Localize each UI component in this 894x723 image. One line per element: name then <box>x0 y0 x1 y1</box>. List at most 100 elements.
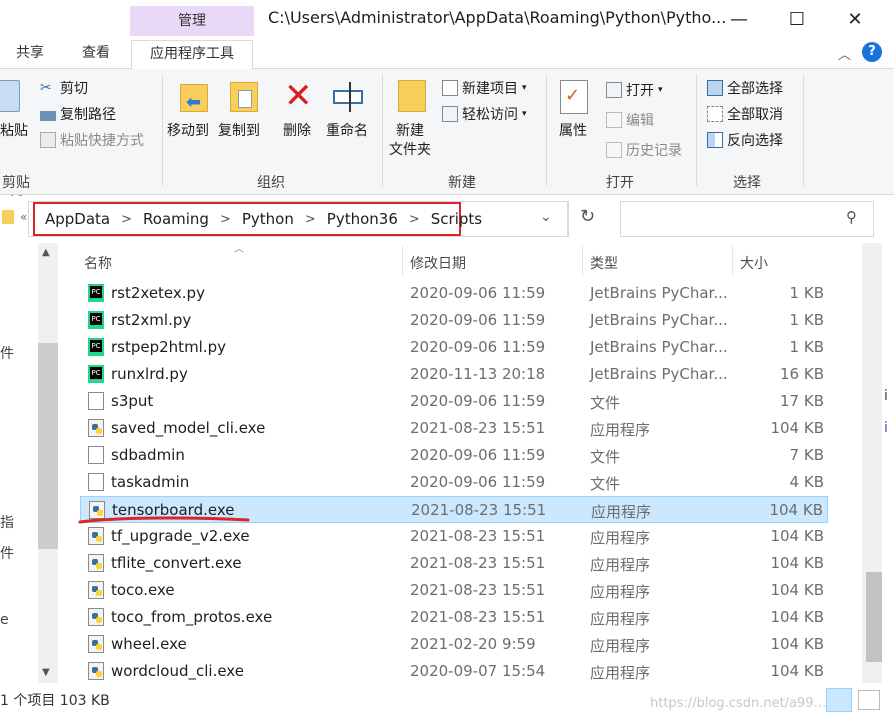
file-row[interactable]: tf_upgrade_v2.exe 2021-08-23 15:51 应用程序 104… <box>80 523 828 550</box>
select-none-button[interactable]: 全部取消 <box>707 104 783 124</box>
column-divider[interactable] <box>402 246 403 276</box>
properties-button[interactable]: 属性 <box>559 122 587 140</box>
breadcrumb-scripts[interactable]: Scripts <box>431 210 482 228</box>
column-divider[interactable] <box>582 246 583 276</box>
paste-button-label[interactable]: 粘贴 <box>0 122 28 140</box>
breadcrumb-appdata[interactable]: AppData <box>45 210 110 228</box>
open-button[interactable]: 打开 ▾ <box>606 80 663 100</box>
column-header-size[interactable]: 大小 <box>740 253 768 273</box>
file-row[interactable]: toco.exe 2021-08-23 15:51 应用程序 104 KB <box>80 577 828 604</box>
copy-to-button[interactable]: 复制到 <box>218 122 260 140</box>
properties-icon[interactable]: ✓ <box>560 80 588 114</box>
refresh-icon[interactable]: ↻ <box>580 206 595 227</box>
file-row[interactable]: PC rst2xetex.py 2020-09-06 11:59 JetBrains … <box>80 280 828 307</box>
file-row[interactable]: PC rst2xml.py 2020-09-06 11:59 JetBrains Py… <box>80 307 828 334</box>
file-name: runxlrd.py <box>111 365 188 383</box>
file-name: toco_from_protos.exe <box>111 608 273 626</box>
breadcrumb-python36[interactable]: Python36 <box>327 210 398 228</box>
file-row[interactable]: wheel.exe 2021-02-20 9:59 应用程序 104 KB <box>80 631 828 658</box>
nav-pane-item-fragment[interactable]: e <box>0 612 9 628</box>
maximize-button[interactable]: ☐ <box>768 0 826 38</box>
tab-view[interactable]: 查看 <box>74 40 118 68</box>
breadcrumb-roaming[interactable]: Roaming <box>143 210 209 228</box>
file-row[interactable]: PC runxlrd.py 2020-11-13 20:18 JetBrains Py… <box>80 361 828 388</box>
paste-icon[interactable] <box>0 80 20 112</box>
file-row[interactable]: PC rstpep2html.py 2020-09-06 11:59 JetBrain… <box>80 334 828 361</box>
column-divider[interactable] <box>732 246 733 276</box>
file-row[interactable]: tflite_convert.exe 2021-08-23 15:51 应用程序 10… <box>80 550 828 577</box>
invert-selection-button[interactable]: 反向选择 <box>707 130 783 150</box>
copy-path-button[interactable]: 复制路径 <box>40 104 116 124</box>
delete-button[interactable]: 删除 <box>283 122 311 140</box>
recent-locations-icon[interactable]: « <box>20 210 27 224</box>
cut-button[interactable]: ✂ 剪切 <box>40 78 88 98</box>
nav-pane-item-fragment[interactable]: 指 <box>0 512 14 532</box>
paste-shortcut-icon <box>40 132 56 148</box>
column-header-name[interactable]: 名称 <box>84 253 112 273</box>
delete-icon[interactable]: ✕ <box>284 78 313 114</box>
manage-contextual-tab[interactable]: 管理 <box>130 6 254 36</box>
search-input[interactable] <box>620 201 874 237</box>
file-size: 104 KB <box>770 635 824 653</box>
details-view-icon[interactable] <box>826 688 852 712</box>
easy-access-button[interactable]: 轻松访问 ▾ <box>442 104 527 124</box>
minimize-button[interactable]: — <box>710 0 768 38</box>
file-date: 2021-08-23 15:51 <box>410 581 546 599</box>
paste-shortcut-button[interactable]: 粘贴快捷方式 <box>40 130 144 150</box>
background-window-fragment: i <box>884 388 888 404</box>
collapse-ribbon-icon[interactable]: ︿ <box>838 44 851 63</box>
move-to-button[interactable]: 移动到 <box>167 122 209 140</box>
python-exe-icon <box>88 419 104 437</box>
select-group-label: 选择 <box>733 175 761 191</box>
nav-pane-scroll-thumb[interactable] <box>38 343 58 549</box>
copy-to-icon[interactable] <box>228 78 258 114</box>
easy-access-icon <box>442 106 458 122</box>
chevron-right-icon[interactable]: > <box>305 212 316 227</box>
scroll-down-icon[interactable]: ▼ <box>42 667 50 678</box>
file-name: rst2xetex.py <box>111 284 205 302</box>
scroll-up-icon[interactable]: ▲ <box>42 247 50 258</box>
search-icon[interactable]: ⚲ <box>846 208 857 226</box>
chevron-right-icon[interactable]: > <box>220 212 231 227</box>
file-row[interactable]: s3put 2020-09-06 11:59 文件 17 KB <box>80 388 828 415</box>
chevron-right-icon[interactable]: > <box>409 212 420 227</box>
help-icon[interactable]: ? <box>862 42 882 62</box>
file-row[interactable]: taskadmin 2020-09-06 11:59 文件 4 KB <box>80 469 828 496</box>
file-row[interactable]: toco_from_protos.exe 2021-08-23 15:51 应用程序… <box>80 604 828 631</box>
new-folder-icon[interactable] <box>398 80 426 112</box>
new-folder-label-1[interactable]: 新建 <box>396 122 424 140</box>
rename-button[interactable]: 重命名 <box>326 122 368 140</box>
file-type: JetBrains PyChar... <box>590 284 728 302</box>
file-date: 2020-09-06 11:59 <box>410 338 546 356</box>
nav-pane-item-fragment[interactable]: 件 <box>0 343 14 363</box>
column-header-type[interactable]: 类型 <box>590 253 618 273</box>
breadcrumb-python[interactable]: Python <box>242 210 294 228</box>
move-to-icon[interactable]: ⬅ <box>178 78 208 114</box>
file-type: 应用程序 <box>590 556 651 574</box>
history-button[interactable]: 历史记录 <box>606 140 682 160</box>
file-row[interactable]: sdbadmin 2020-09-06 11:59 文件 7 KB <box>80 442 828 469</box>
file-row[interactable]: saved_model_cli.exe 2021-08-23 15:51 应用程序 1… <box>80 415 828 442</box>
file-list-scroll-thumb[interactable] <box>866 572 882 662</box>
edit-button[interactable]: 编辑 <box>606 110 654 130</box>
tab-share[interactable]: 共享 <box>10 40 50 68</box>
address-dropdown-icon[interactable]: ⌄ <box>540 209 552 225</box>
close-button[interactable]: ✕ <box>826 0 884 38</box>
pycharm-icon: PC <box>88 338 104 356</box>
large-icons-view-icon[interactable] <box>858 690 880 710</box>
new-folder-label-2[interactable]: 文件夹 <box>389 141 431 159</box>
chevron-down-icon: ▾ <box>522 83 527 93</box>
file-name: saved_model_cli.exe <box>111 419 266 437</box>
rename-icon[interactable] <box>333 80 367 112</box>
file-date: 2021-08-23 15:51 <box>410 608 546 626</box>
new-item-button[interactable]: 新建项目 ▾ <box>442 78 527 98</box>
select-all-button[interactable]: 全部选择 <box>707 78 783 98</box>
column-header-date[interactable]: 修改日期 <box>410 253 466 273</box>
chevron-right-icon[interactable]: > <box>121 212 132 227</box>
nav-pane-item-fragment[interactable]: 件 <box>0 543 14 563</box>
tab-application-tools[interactable]: 应用程序工具 <box>131 40 253 69</box>
file-type: 文件 <box>590 448 621 466</box>
file-row[interactable]: wordcloud_cli.exe 2020-09-07 15:54 应用程序 104… <box>80 658 828 685</box>
copy-path-icon <box>40 110 56 121</box>
pycharm-icon: PC <box>88 284 104 302</box>
